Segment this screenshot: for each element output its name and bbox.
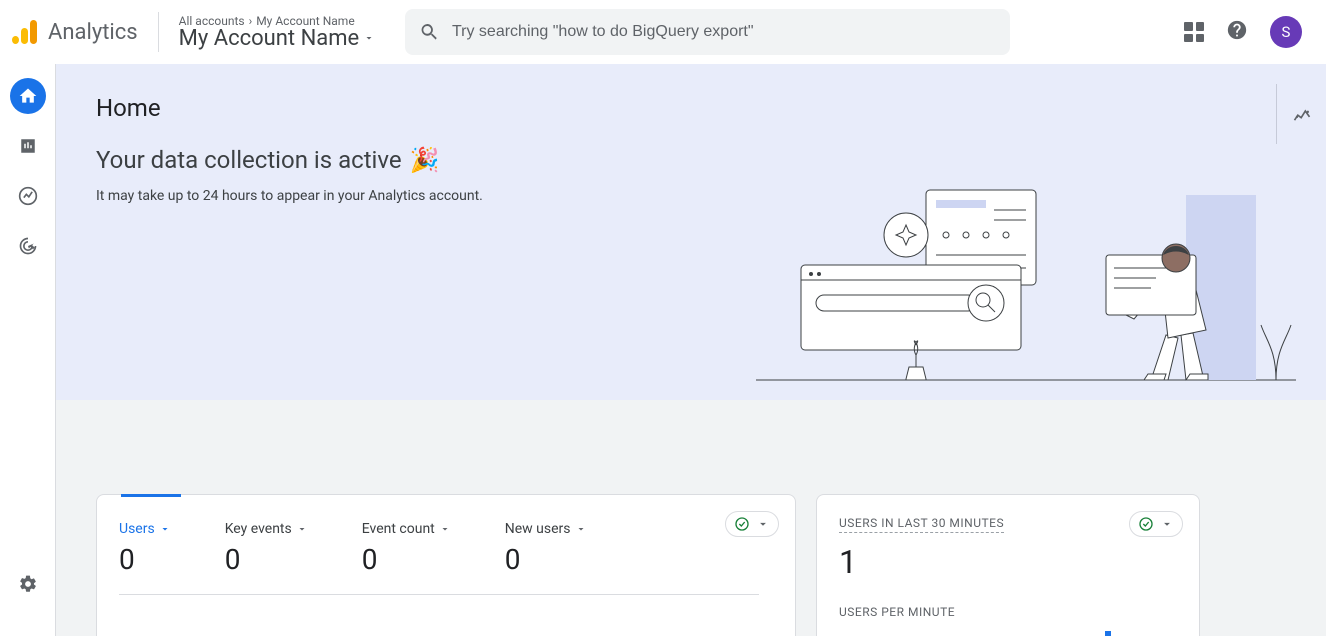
caret-down-icon [575, 523, 587, 535]
active-metric-indicator [121, 494, 181, 497]
nav-explore[interactable] [10, 178, 46, 214]
hero-banner: Home Your data collection is active 🎉 It… [56, 64, 1326, 400]
avatar-initial: S [1282, 23, 1291, 41]
metric-new-users[interactable]: New users 0 [505, 521, 587, 576]
line-chart-icon [18, 186, 38, 206]
nav-reports[interactable] [10, 128, 46, 164]
product-name: Analytics [48, 20, 138, 45]
logo-cluster: Analytics [12, 12, 159, 52]
cards-row: Users 0 Key events 0 E [56, 400, 1326, 636]
target-click-icon [18, 236, 38, 256]
party-popper-icon: 🎉 [410, 146, 440, 174]
insights-panel-toggle[interactable] [1276, 84, 1326, 144]
caret-down-icon [296, 523, 308, 535]
users-per-minute-title: USERS PER MINUTE [839, 605, 1177, 619]
analytics-logo-icon [12, 18, 40, 46]
caret-down-icon [756, 517, 770, 531]
nav-home[interactable] [10, 78, 46, 114]
gear-icon [18, 574, 38, 594]
caret-down-icon [439, 523, 451, 535]
nav-admin[interactable] [10, 566, 46, 602]
check-circle-icon [734, 516, 750, 532]
card-status-chip[interactable] [1129, 511, 1183, 537]
account-name: My Account Name [179, 26, 360, 51]
data-active-headline: Your data collection is active 🎉 [96, 146, 483, 174]
page-title: Home [96, 94, 483, 122]
data-active-subtext: It may take up to 24 hours to appear in … [96, 188, 483, 204]
metric-event-count[interactable]: Event count 0 [362, 521, 451, 576]
insights-icon [1292, 106, 1312, 126]
home-icon [18, 86, 38, 106]
caret-down-icon [1160, 517, 1174, 531]
main-content: Home Your data collection is active 🎉 It… [56, 64, 1326, 636]
sparkbar-bar [1105, 631, 1111, 636]
realtime-title: USERS IN LAST 30 MINUTES [839, 516, 1004, 533]
caret-down-icon [159, 523, 171, 535]
metrics-row: Users 0 Key events 0 E [119, 515, 773, 576]
top-bar: Analytics All accounts › My Account Name… [0, 0, 1326, 64]
check-circle-icon [1138, 516, 1154, 532]
metric-users[interactable]: Users 0 [119, 521, 171, 576]
realtime-card: USERS IN LAST 30 MINUTES 1 USERS PER MIN… [816, 494, 1200, 636]
avatar[interactable]: S [1270, 16, 1302, 48]
overview-metrics-card: Users 0 Key events 0 E [96, 494, 796, 636]
metric-key-events[interactable]: Key events 0 [225, 521, 308, 576]
search-box[interactable] [405, 9, 1010, 55]
left-nav [0, 64, 56, 636]
bar-chart-icon [19, 137, 37, 155]
card-status-chip[interactable] [725, 511, 779, 537]
nav-advertising[interactable] [10, 228, 46, 264]
realtime-value: 1 [839, 543, 1177, 581]
top-tools: S [1184, 16, 1326, 48]
search-icon [419, 21, 440, 43]
account-picker[interactable]: All accounts › My Account Name My Accoun… [159, 14, 396, 51]
hero-illustration [756, 180, 1296, 400]
users-per-minute-chart [839, 631, 1177, 636]
help-icon[interactable] [1226, 19, 1248, 45]
search-input[interactable] [452, 23, 996, 41]
apps-icon[interactable] [1184, 22, 1204, 42]
card-divider [119, 594, 759, 595]
caret-down-icon [363, 32, 375, 44]
